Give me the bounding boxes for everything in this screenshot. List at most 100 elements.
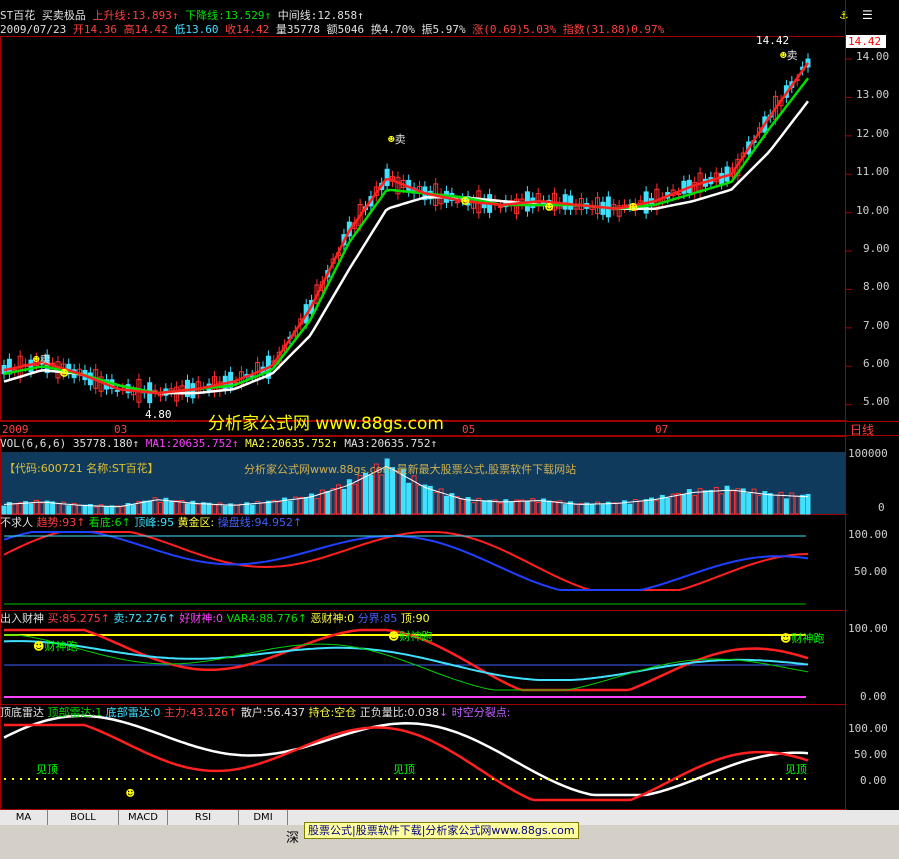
smiley-icon: ☻ bbox=[33, 640, 45, 653]
ind2-header: 出入财神 买:85.275↑ 卖:72.276↑ 好财神:0 VAR4:88.7… bbox=[0, 612, 430, 625]
ind2-tick-0: 0.00 bbox=[860, 690, 887, 703]
price-tick-7: 7.00 bbox=[863, 319, 890, 332]
ind1-sell-line: 操盘线:94.952 bbox=[217, 516, 293, 529]
ind1-header: 不求人 趋势:93↑ 看底:6↑ 顶峰:95 黄金区: 操盘线:94.952↑ bbox=[0, 516, 303, 529]
volume-bar bbox=[28, 503, 34, 515]
volume-bar bbox=[589, 504, 595, 515]
volume-bar bbox=[141, 500, 147, 515]
vol-ma3: MA3:20635.752 bbox=[344, 437, 431, 450]
volume-bar bbox=[168, 500, 174, 515]
volume-bar bbox=[600, 504, 606, 515]
volume-bar bbox=[800, 494, 806, 515]
volume-bar bbox=[487, 499, 493, 515]
ind2-bad: 恶财神:0 bbox=[310, 612, 355, 625]
candle-body bbox=[568, 195, 574, 210]
candle-body bbox=[681, 180, 687, 194]
tab-rsi[interactable]: RSI bbox=[168, 810, 239, 825]
ind3-bottom-radar: 底部雷达:0 bbox=[105, 706, 161, 719]
buy-smiley-icon: ☻ bbox=[126, 786, 135, 802]
vol-ma2: MA2:20635.752 bbox=[245, 437, 332, 450]
ind2-var4: VAR4:88.776 bbox=[226, 612, 298, 625]
indicator-lines bbox=[3, 531, 809, 802]
ind3-ratio: 正负量比:0.038 bbox=[359, 706, 439, 719]
ind2-title: 出入财神 bbox=[0, 612, 44, 625]
ma-line-1 bbox=[3, 62, 810, 395]
candle-body bbox=[114, 389, 120, 392]
volume-bar bbox=[422, 484, 428, 515]
watermark: 分析家公式网 www.88gs.com bbox=[208, 414, 444, 434]
ind3-title: 顶底雷达 bbox=[0, 706, 44, 719]
price-tick-8: 8.00 bbox=[863, 280, 890, 293]
ind2-top: 顶:90 bbox=[400, 612, 430, 625]
candle-body bbox=[454, 201, 460, 204]
volume-bar bbox=[131, 504, 137, 515]
vol-title: VOL(6,6,6) bbox=[0, 437, 67, 450]
tab-ma[interactable]: MA bbox=[0, 810, 48, 825]
volume-bar bbox=[702, 490, 708, 515]
x-label-03: 03 bbox=[114, 423, 128, 436]
period-label[interactable]: 日线 bbox=[850, 421, 874, 438]
ind2-label-2: ☻财神跑 bbox=[388, 630, 433, 643]
ind3-tick-100: 100.00 bbox=[848, 722, 888, 735]
volume-bar bbox=[66, 505, 72, 515]
price-tick-6: 6.00 bbox=[863, 357, 890, 370]
ind2-tick-100: 100.00 bbox=[848, 622, 888, 635]
volume-bar bbox=[665, 497, 671, 515]
volume-bar bbox=[767, 493, 773, 515]
sell-marker-3: ☻卖 bbox=[780, 49, 798, 62]
price-axis bbox=[845, 58, 852, 406]
tab-macd[interactable]: MACD bbox=[119, 810, 168, 825]
ind3-split: 时空分裂点: bbox=[451, 706, 511, 719]
ind2-buy: 买:85.275 bbox=[47, 612, 101, 625]
price-tick-11: 11.00 bbox=[856, 165, 890, 178]
sell-marker-2: ☻卖 bbox=[388, 133, 406, 146]
volume-bar bbox=[443, 495, 449, 515]
ind3-tick-50: 50.00 bbox=[854, 748, 888, 761]
site-info: 分析家公式网www.88gs.com 最新最大股票公式,股票软件下载网站 bbox=[244, 463, 577, 476]
volume-bar bbox=[287, 500, 293, 515]
volume-bar bbox=[627, 503, 633, 515]
price-tick-10: 10.00 bbox=[856, 204, 890, 217]
price-panel-frame bbox=[0, 36, 846, 421]
ind3-tick-0: 0.00 bbox=[860, 774, 887, 787]
price-tick-12: 12.00 bbox=[856, 127, 890, 140]
volume-bar bbox=[746, 493, 752, 515]
ind3-retail: 散户:56.437 bbox=[240, 706, 306, 719]
ind1-tick-100: 100.00 bbox=[848, 528, 888, 541]
tab-dmi[interactable]: DMI bbox=[239, 810, 288, 825]
volume-bar bbox=[222, 505, 228, 515]
volume-bar bbox=[341, 488, 347, 515]
price-tick-14: 14.00 bbox=[856, 50, 890, 63]
ind1-trend: 趋势:93 bbox=[36, 516, 77, 529]
volume-bar bbox=[524, 500, 530, 515]
ma-line-2 bbox=[3, 77, 809, 395]
volume-bar bbox=[546, 500, 552, 515]
volume-bar bbox=[265, 500, 271, 515]
volume-bar bbox=[104, 506, 110, 515]
ind2-label-1: ☻财神跑 bbox=[33, 640, 78, 653]
volume-bar bbox=[184, 503, 190, 515]
volume-bar bbox=[740, 488, 746, 515]
chart-canvas bbox=[0, 0, 899, 810]
high-price-label: 14.42 bbox=[756, 34, 790, 47]
price-lines bbox=[3, 62, 810, 395]
volume-bar bbox=[783, 498, 789, 515]
volume-bar bbox=[82, 504, 88, 515]
volume-bar bbox=[508, 501, 514, 515]
volume-bar bbox=[481, 500, 487, 515]
ind3-top-radar: 顶部雷达:1 bbox=[47, 706, 103, 719]
ind1-gold: 黄金区: bbox=[177, 516, 215, 529]
volume-bar bbox=[805, 493, 811, 515]
ad-banner[interactable]: 股票公式|股票软件下载|分析家公式网www.88gs.com bbox=[304, 822, 579, 839]
ind1-bottom: 看底:6 bbox=[88, 516, 122, 529]
x-label-07: 07 bbox=[655, 423, 669, 436]
smiley-icon: ☻ bbox=[388, 630, 400, 643]
ind3-main: 主力:43.126 bbox=[163, 706, 229, 719]
x-label-05: 05 bbox=[462, 423, 476, 436]
volume-bar bbox=[206, 502, 212, 515]
candle-body bbox=[562, 194, 568, 210]
ind2-label-3: ☻财神跑 bbox=[780, 632, 825, 645]
price-tick-9: 9.00 bbox=[863, 242, 890, 255]
smiley-icon: ☻ bbox=[388, 133, 395, 146]
tab-boll[interactable]: BOLL bbox=[48, 810, 119, 825]
